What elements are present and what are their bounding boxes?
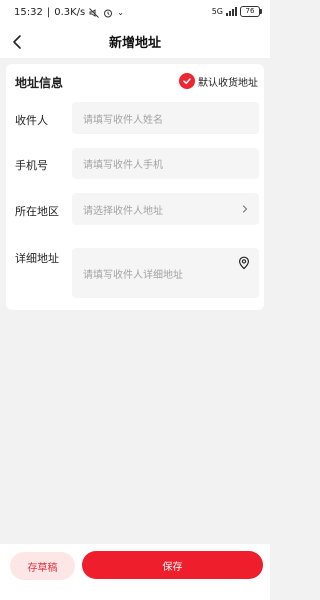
- status-left: 15:32 | 0.3K/s ⌄: [14, 7, 124, 18]
- location-pin-icon[interactable]: [237, 256, 251, 270]
- mute-icon: [89, 7, 100, 18]
- status-bar: 15:32 | 0.3K/s ⌄ 5G 76: [0, 0, 270, 26]
- address-form-card: 地址信息 默认收货地址 收件人 请填写收件人姓名 手机号 请填写收件人手机 所在…: [6, 64, 264, 310]
- check-icon: [179, 73, 195, 89]
- phone-input[interactable]: 请填写收件人手机: [72, 148, 259, 179]
- phone-label: 手机号: [15, 159, 48, 172]
- detail-placeholder: 请填写收件人详细地址: [83, 269, 183, 281]
- region-select[interactable]: 请选择收件人地址: [72, 193, 259, 225]
- section-title: 地址信息: [15, 76, 64, 90]
- default-address-toggle[interactable]: 默认收货地址: [179, 73, 258, 89]
- dot-icon: ⌄: [117, 8, 124, 17]
- network-type: 5G: [211, 7, 223, 16]
- bottom-action-bar: 存草稿 保存: [0, 544, 270, 600]
- save-button[interactable]: 保存: [82, 551, 263, 579]
- recipient-input[interactable]: 请填写收件人姓名: [72, 102, 259, 134]
- nav-bar: 新增地址: [0, 26, 270, 58]
- chevron-right-icon: [242, 205, 248, 213]
- status-time: 15:32: [14, 7, 43, 18]
- default-address-label: 默认收货地址: [198, 77, 258, 89]
- region-placeholder: 请选择收件人地址: [83, 205, 163, 217]
- status-right: 5G 76: [211, 6, 262, 17]
- recipient-placeholder: 请填写收件人姓名: [83, 114, 163, 126]
- region-label: 所在地区: [15, 205, 59, 218]
- detail-label: 详细地址: [15, 252, 59, 265]
- signal-icon: [226, 7, 237, 16]
- network-speed: 0.3K/s: [54, 7, 86, 18]
- page-title: 新增地址: [108, 36, 161, 51]
- save-draft-button[interactable]: 存草稿: [10, 552, 75, 580]
- detail-textarea[interactable]: 请填写收件人详细地址: [72, 248, 259, 298]
- phone-placeholder: 请填写收件人手机: [83, 160, 163, 171]
- recipient-label: 收件人: [15, 114, 48, 127]
- battery-icon: 76: [240, 6, 262, 17]
- alarm-icon: [104, 9, 113, 17]
- battery-level: 76: [245, 7, 255, 15]
